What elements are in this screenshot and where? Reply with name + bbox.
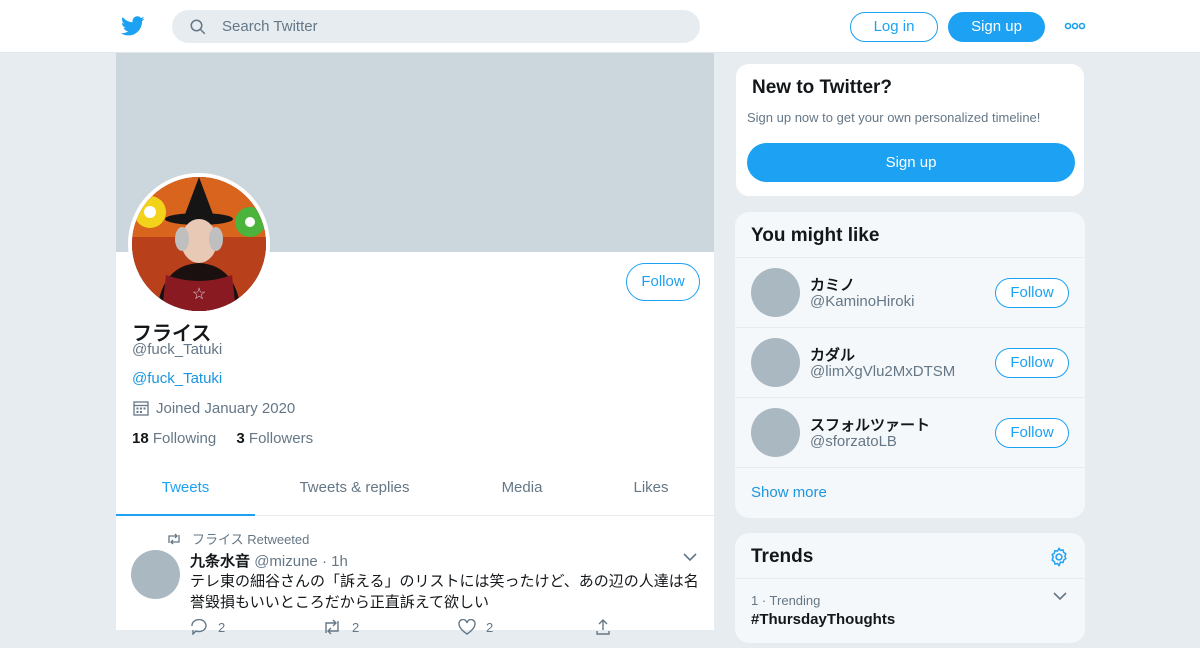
tab-likes[interactable]: Likes [621, 465, 681, 516]
signup-card-button[interactable]: Sign up [747, 143, 1075, 182]
you-might-like-card: You might like カミノ @KaminoHiroki Follow … [735, 212, 1085, 518]
profile-avatar[interactable]: ☆ [128, 173, 270, 315]
suggested-user[interactable]: カダル @limXgVlu2MxDTSM Follow [735, 327, 1085, 397]
search-box[interactable] [172, 10, 700, 43]
suggested-user-handle[interactable]: @KaminoHiroki [810, 293, 914, 310]
gear-icon[interactable] [1048, 546, 1070, 568]
tab-tweets[interactable]: Tweets [116, 465, 255, 516]
login-button[interactable]: Log in [850, 12, 938, 42]
profile-bio-link[interactable]: @fuck_Tatuki [132, 370, 222, 387]
search-icon [190, 19, 206, 35]
following-stat[interactable]: 18 Following [132, 430, 216, 447]
suggested-user[interactable]: スフォルツァート @sforzatoLB Follow [735, 397, 1085, 467]
suggested-user-name[interactable]: カダル [810, 344, 855, 365]
trend-item[interactable]: 1 · Trending #ThursdayThoughts [735, 578, 1085, 648]
new-to-twitter-subtitle: Sign up now to get your own personalized… [747, 110, 1041, 125]
suggested-user-name[interactable]: スフォルツァート [810, 414, 930, 435]
retweet-icon [168, 533, 180, 544]
calendar-icon [133, 401, 149, 416]
tab-tweets-replies[interactable]: Tweets & replies [281, 465, 428, 516]
share-icon [596, 619, 610, 635]
followers-stat[interactable]: 3 Followers [236, 430, 313, 447]
profile-stats: 18 Following 3 Followers [132, 430, 313, 447]
follow-button[interactable]: Follow [626, 263, 700, 301]
top-navigation-bar: Log in Sign up [0, 0, 1200, 53]
tweet-time[interactable]: 1h [331, 553, 348, 570]
trend-name[interactable]: #ThursdayThoughts [751, 611, 895, 628]
tweet-text: テレ東の細谷さんの「訴える」のリストには笑ったけど、あの辺の人達は名誉毀損もいい… [190, 573, 699, 611]
profile-tabs: Tweets Tweets & replies Media Likes [116, 465, 714, 516]
avatar-image: ☆ [132, 177, 266, 311]
suggested-user-avatar[interactable] [751, 338, 800, 387]
retweet-action[interactable]: 2 [322, 619, 359, 635]
trends-card: Trends 1 · Trending #ThursdayThoughts [735, 533, 1085, 643]
followers-label: Followers [248, 430, 314, 447]
reply-count: 2 [218, 619, 226, 635]
twitter-bird-icon[interactable] [120, 14, 146, 38]
retweet-icon [325, 619, 339, 635]
tweet-separator: · [321, 553, 327, 570]
reply-icon [191, 619, 207, 635]
suggested-user-name[interactable]: カミノ [810, 274, 855, 295]
show-more-row[interactable]: Show more [735, 467, 1085, 518]
suggested-user-handle[interactable]: @limXgVlu2MxDTSM [810, 363, 955, 380]
profile-column: ☆ Follow フライス @fuck_Tatuki @fuck_Tatuki … [115, 53, 715, 635]
profile-handle: @fuck_Tatuki [132, 341, 223, 358]
like-count: 2 [486, 619, 494, 635]
following-label: Following [152, 430, 217, 447]
new-to-twitter-title: New to Twitter? [752, 77, 893, 98]
tab-media[interactable]: Media [486, 465, 558, 516]
new-to-twitter-card: New to Twitter? Sign up now to get your … [735, 63, 1085, 197]
tweet-header: 九条水音 @mizune · 1h [190, 550, 348, 571]
suggested-follow-button[interactable]: Follow [995, 348, 1069, 378]
followers-count: 3 [236, 430, 245, 447]
following-count: 18 [132, 430, 149, 447]
signup-button[interactable]: Sign up [948, 12, 1045, 42]
svg-text:☆: ☆ [192, 286, 206, 303]
like-action[interactable]: 2 [458, 619, 493, 635]
suggested-follow-button[interactable]: Follow [995, 278, 1069, 308]
suggested-user[interactable]: カミノ @KaminoHiroki Follow [735, 257, 1085, 327]
tweet-actions: 2 2 2 [190, 619, 630, 639]
heart-icon [458, 619, 476, 635]
you-might-like-title: You might like [751, 225, 880, 246]
more-horizontal-icon[interactable] [1064, 20, 1086, 32]
profile-joined-date: Joined January 2020 [132, 399, 295, 417]
suggested-follow-button[interactable]: Follow [995, 418, 1069, 448]
show-more-link[interactable]: Show more [751, 484, 827, 501]
tweet-author-avatar[interactable] [131, 550, 180, 599]
retweet-context-text: フライス Retweeted [192, 532, 310, 547]
suggested-user-handle[interactable]: @sforzatoLB [810, 433, 897, 450]
suggested-user-avatar[interactable] [751, 408, 800, 457]
trend-meta: 1 · Trending [751, 593, 821, 608]
retweet-count: 2 [352, 619, 360, 635]
retweet-context: フライス Retweeted [166, 529, 309, 548]
search-input[interactable] [222, 10, 682, 43]
chevron-down-icon[interactable] [682, 552, 698, 562]
tweet-author-handle[interactable]: @mizune [254, 553, 318, 570]
joined-text: Joined January 2020 [156, 399, 296, 417]
reply-action[interactable]: 2 [190, 619, 225, 635]
tweet-author-name[interactable]: 九条水音 [190, 553, 250, 570]
chevron-down-icon[interactable] [1053, 591, 1067, 601]
suggested-user-avatar[interactable] [751, 268, 800, 317]
trends-title: Trends [751, 546, 814, 567]
share-action[interactable] [595, 619, 611, 635]
